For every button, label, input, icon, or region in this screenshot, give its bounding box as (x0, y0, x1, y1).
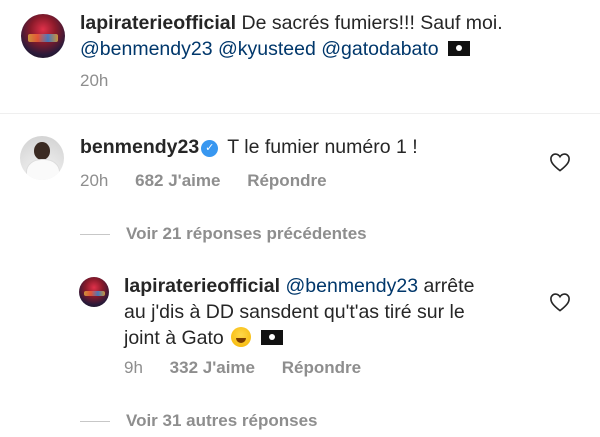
avatar[interactable] (79, 277, 109, 307)
laughing-emoji (231, 327, 252, 347)
comment-body: T le fumier numéro 1 ! (227, 136, 418, 158)
pirate-flag-emoji (448, 41, 471, 56)
reply-button[interactable]: Répondre (282, 358, 361, 377)
pirate-flag-emoji (260, 330, 283, 345)
comment-meta: 20h 682 J'aime Répondre (80, 171, 349, 191)
comment-text: lapiraterieofficial De sacrés fumiers!!!… (80, 10, 580, 62)
likes-count[interactable]: 332 J'aime (170, 358, 255, 377)
comment-body: De sacrés fumiers!!! Sauf moi. (241, 12, 503, 34)
reply-body-line1: arrête (423, 275, 475, 297)
avatar[interactable] (20, 136, 64, 180)
likes-count[interactable]: 682 J'aime (135, 171, 220, 190)
comment-text: benmendy23 ✓ T le fumier numéro 1 ! (80, 134, 560, 160)
reply-button[interactable]: Répondre (247, 171, 326, 190)
verified-badge-icon: ✓ (201, 140, 219, 157)
heart-icon[interactable] (549, 292, 571, 312)
comment-username[interactable]: lapiraterieofficial (80, 12, 236, 34)
avatar[interactable] (21, 14, 65, 58)
mention-link[interactable]: @benmendy23 (80, 38, 213, 60)
reply-meta: 9h 332 J'aime Répondre (124, 358, 383, 378)
view-more-replies-label: Voir 31 autres réponses (126, 411, 318, 430)
comment-meta: 20h (80, 71, 130, 91)
reply-timestamp[interactable]: 9h (124, 358, 143, 377)
comment-timestamp[interactable]: 20h (80, 171, 108, 190)
comment-timestamp[interactable]: 20h (80, 71, 108, 90)
mention-link[interactable]: @kyusteed (218, 38, 316, 60)
reply-body-line2: au j'dis à DD sansdent qu't'as tiré sur … (124, 301, 465, 323)
divider-line (80, 421, 110, 423)
comment-username[interactable]: benmendy23 (80, 136, 199, 158)
reply-text: lapiraterieofficial @benmendy23 arrête a… (124, 273, 544, 351)
view-previous-replies-label: Voir 21 réponses précédentes (126, 224, 367, 243)
mention-link[interactable]: @benmendy23 (285, 275, 418, 297)
divider-line (80, 234, 110, 236)
divider (0, 113, 600, 114)
mention-link[interactable]: @gatodabato (321, 38, 438, 60)
reply-username[interactable]: lapiraterieofficial (124, 275, 280, 297)
view-previous-replies-button[interactable]: Voir 21 réponses précédentes (80, 224, 367, 244)
heart-icon[interactable] (549, 152, 571, 172)
reply-body-line3: joint à Gato (124, 327, 224, 349)
view-more-replies-button[interactable]: Voir 31 autres réponses (80, 411, 318, 431)
